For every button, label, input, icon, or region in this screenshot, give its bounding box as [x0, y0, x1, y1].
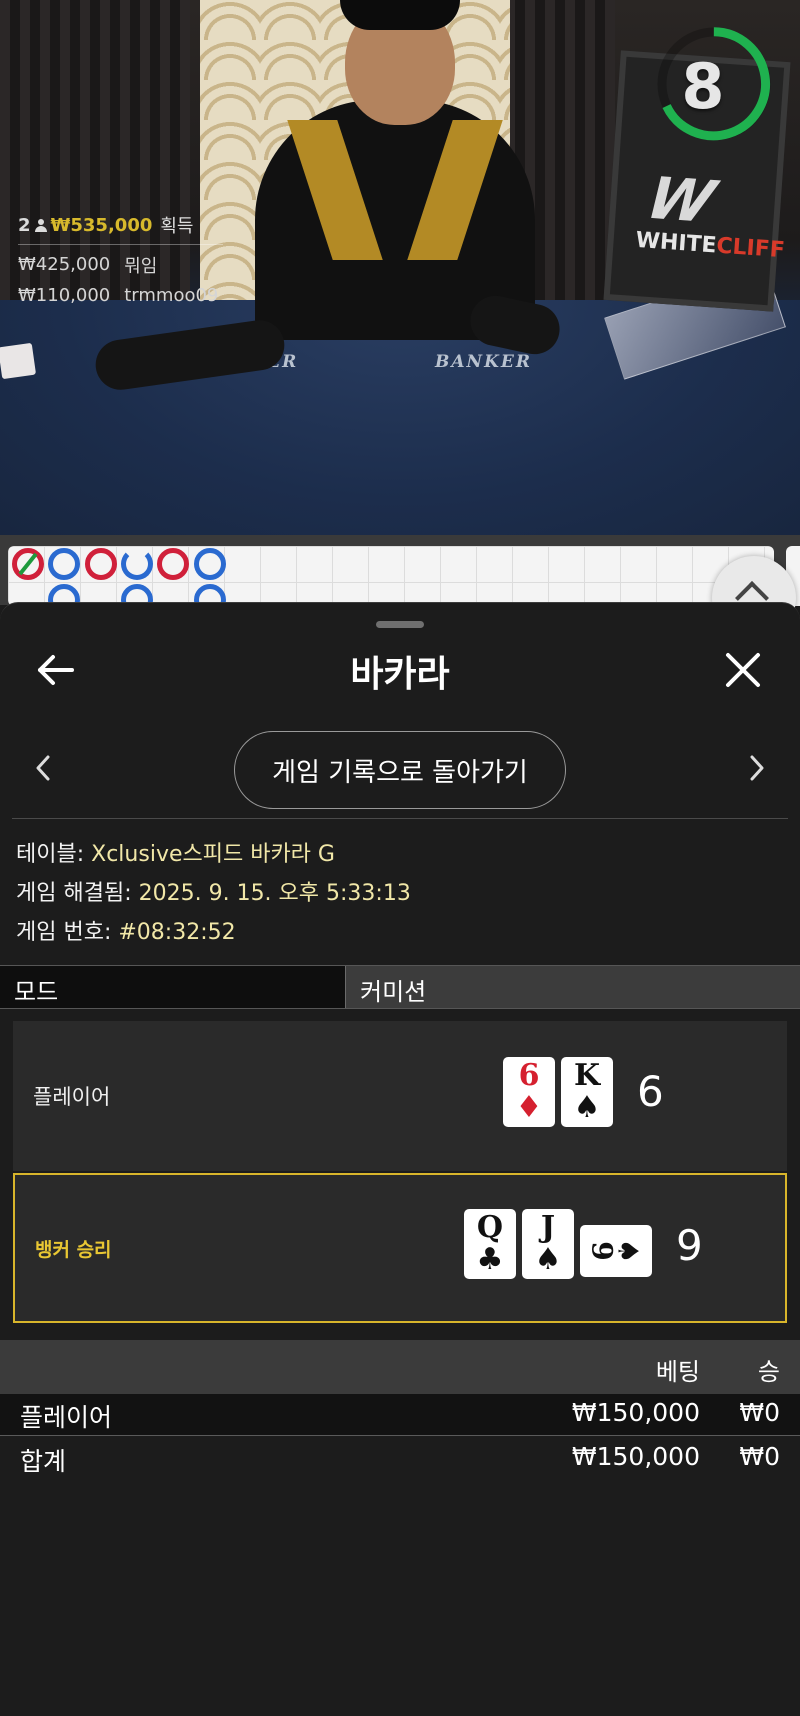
playing-card: J ♠: [522, 1209, 574, 1279]
live-video-feed: PLAYER BANKER W WHITECLIFF 8 2 ₩535,000 …: [0, 0, 800, 535]
spade-suit-icon: ♠: [573, 1090, 601, 1125]
resolved-value: 2025. 9. 15. 오후 5:33:13: [138, 881, 411, 906]
spade-suit-icon: ♠: [611, 1238, 645, 1264]
total-win-label: 획득: [160, 216, 194, 237]
club-suit-icon: ♣: [476, 1242, 504, 1277]
player-hand: 플레이어 6 ♦ K ♠ 6: [13, 1021, 787, 1171]
bead-player: [48, 548, 80, 580]
resolved-info-row: 게임 해결됨: 2025. 9. 15. 오후 5:33:13: [16, 874, 411, 913]
playing-card: Q ♣: [464, 1209, 516, 1279]
playing-card: 6 ♦: [503, 1057, 555, 1127]
tie-slash-icon: [18, 552, 38, 576]
resolved-label: 게임 해결됨:: [16, 881, 139, 906]
winner-amount: ₩425,000: [18, 254, 111, 275]
game-number-value: #08:32:52: [118, 920, 236, 945]
card-rank: Q: [476, 1210, 504, 1245]
bead-banker: [85, 548, 117, 580]
mode-header: 모드 커미션: [0, 965, 800, 1009]
banker-hand-label: 뱅커 승리: [35, 1239, 112, 1261]
bead-banker: [12, 548, 44, 580]
back-to-history-button[interactable]: 게임 기록으로 돌아가기: [234, 731, 566, 809]
sheet-title: 바카라: [350, 654, 450, 695]
table-row: 플레이어 ₩150,000 ₩0: [0, 1394, 800, 1436]
discard-cards: [0, 342, 37, 380]
mode-column: 모드: [0, 966, 346, 1008]
table-info-row: 테이블: Xclusive스피드 바카라 G: [16, 835, 411, 874]
brand-mark-icon: W: [639, 164, 715, 235]
win-amount: ₩0: [739, 1398, 780, 1427]
diamond-suit-icon: ♦: [515, 1090, 543, 1125]
bead-player: [121, 548, 153, 580]
bet-amount: ₩150,000: [571, 1442, 700, 1471]
countdown-timer: 8: [681, 50, 725, 123]
winner-amount: ₩110,000: [18, 285, 111, 306]
game-number-label: 게임 번호:: [16, 920, 119, 945]
previous-game-icon[interactable]: [28, 753, 58, 783]
playing-card-sideways: 9♠: [580, 1225, 652, 1277]
bead-banker: [157, 548, 189, 580]
game-number-row: 게임 번호: #08:32:52: [16, 913, 411, 952]
bead-player: [194, 548, 226, 580]
playing-card: K ♠: [561, 1057, 613, 1127]
dealer-hair: [340, 0, 460, 30]
win-column-header: 승: [757, 1358, 780, 1386]
winner-name: 뭐임: [124, 255, 158, 277]
brand-logo-text: WHITECLIFF: [634, 227, 786, 264]
banker-hand: 뱅커 승리 Q ♣ J ♠ 9♠ 9: [13, 1173, 787, 1323]
divider: [12, 818, 788, 819]
next-game-icon[interactable]: [742, 753, 772, 783]
winners-overlay: 2 ₩535,000 획득 ₩425,000 뭐임 ₩110,000 trmmo…: [18, 212, 223, 311]
person-icon: [34, 218, 47, 232]
table-value: Xclusive스피드 바카라 G: [91, 842, 335, 867]
card-rank: K: [573, 1058, 601, 1093]
banker-score: 9: [676, 1221, 703, 1270]
player-score: 6: [637, 1067, 664, 1116]
bet-amount: ₩150,000: [571, 1398, 700, 1427]
table-row-total: 합계 ₩150,000 ₩0: [0, 1438, 800, 1480]
commission-column: 커미션: [346, 966, 800, 1008]
bet-name: 합계: [20, 1447, 67, 1476]
close-icon[interactable]: [722, 649, 764, 691]
player-hand-label: 플레이어: [33, 1085, 111, 1109]
table-label: 테이블:: [16, 842, 92, 867]
bet-column-header: 베팅: [655, 1358, 700, 1386]
sheet-drag-handle[interactable]: [376, 621, 424, 628]
card-rank: J: [540, 1210, 556, 1245]
game-history-sheet: 바카라 게임 기록으로 돌아가기 테이블: Xclusive스피드 바카라 G …: [0, 602, 800, 1716]
bets-table-header: 베팅 승: [0, 1340, 800, 1394]
card-rank: 6: [518, 1058, 540, 1093]
winners-count: 2: [18, 214, 31, 236]
game-info: 테이블: Xclusive스피드 바카라 G 게임 해결됨: 2025. 9. …: [16, 835, 411, 952]
total-win-amount: ₩535,000: [50, 214, 153, 236]
spade-suit-icon: ♠: [534, 1242, 562, 1277]
bet-name: 플레이어: [20, 1403, 113, 1432]
win-amount: ₩0: [739, 1442, 780, 1471]
felt-label-banker: BANKER: [435, 352, 532, 372]
overlay-divider: [18, 244, 223, 245]
winner-name: trmmoo09: [124, 285, 219, 306]
